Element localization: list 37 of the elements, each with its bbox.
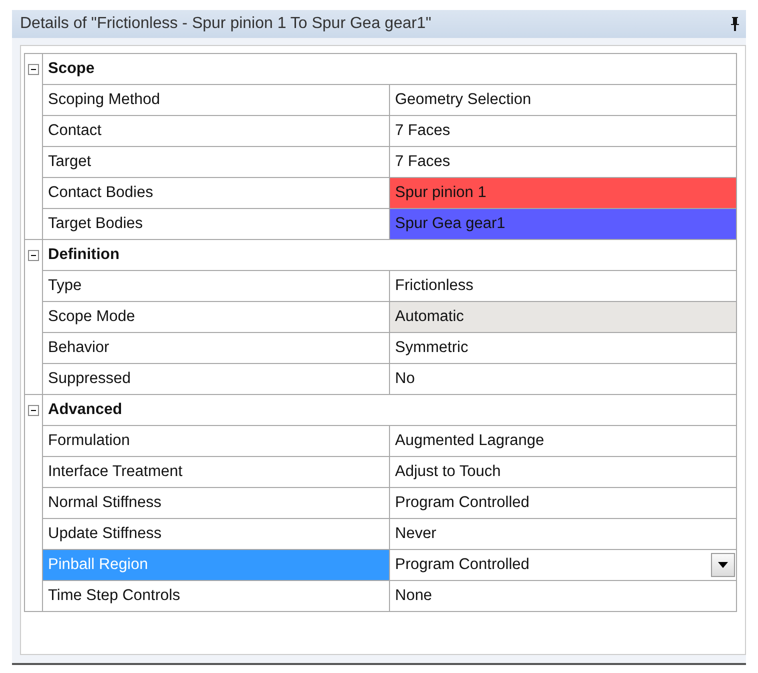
- property-value[interactable]: Spur pinion 1: [390, 178, 736, 208]
- property-value[interactable]: Program Controlled: [390, 488, 736, 518]
- property-name[interactable]: Interface Treatment: [42, 456, 390, 488]
- property-name[interactable]: Target: [42, 146, 390, 178]
- collapse-icon[interactable]: [28, 64, 39, 75]
- property-name[interactable]: Behavior: [42, 332, 390, 364]
- property-name[interactable]: Type: [42, 270, 390, 302]
- property-value[interactable]: No: [390, 364, 736, 394]
- property-value[interactable]: Never: [390, 518, 736, 550]
- pin-icon[interactable]: [730, 17, 740, 31]
- property-value[interactable]: Augmented Lagrange: [390, 426, 736, 456]
- section-header: Definition: [48, 246, 120, 263]
- caret-icon: [718, 562, 728, 568]
- property-name[interactable]: Time Step Controls: [42, 580, 390, 612]
- property-value[interactable]: Spur Gea gear1: [390, 208, 736, 240]
- property-value: Automatic: [390, 302, 736, 332]
- section-header: Advanced: [48, 401, 122, 418]
- property-value[interactable]: 7 Faces: [390, 116, 736, 146]
- property-name[interactable]: Normal Stiffness: [42, 488, 390, 518]
- property-name[interactable]: Formulation: [42, 426, 390, 456]
- property-name[interactable]: Target Bodies: [42, 208, 390, 240]
- section-header: Scope: [48, 60, 95, 77]
- property-value[interactable]: Adjust to Touch: [390, 456, 736, 488]
- collapse-icon[interactable]: [28, 250, 39, 261]
- property-name[interactable]: Scope Mode: [42, 302, 390, 332]
- property-value[interactable]: Symmetric: [390, 332, 736, 364]
- collapse-icon[interactable]: [28, 404, 39, 416]
- property-name[interactable]: Contact: [42, 116, 390, 146]
- dropdown-value: Program Controlled: [395, 556, 530, 574]
- property-name[interactable]: Scoping Method: [42, 84, 390, 116]
- property-name[interactable]: Suppressed: [42, 364, 390, 394]
- property-value[interactable]: None: [390, 580, 736, 612]
- dropdown-button[interactable]: [711, 553, 735, 577]
- property-name[interactable]: Contact Bodies: [42, 178, 390, 208]
- property-dropdown[interactable]: Program Controlled: [390, 550, 736, 580]
- property-value[interactable]: Geometry Selection: [390, 84, 736, 116]
- panel-title: Details of "Frictionless - Spur pinion 1 To Spur Gea gear1": [20, 15, 432, 33]
